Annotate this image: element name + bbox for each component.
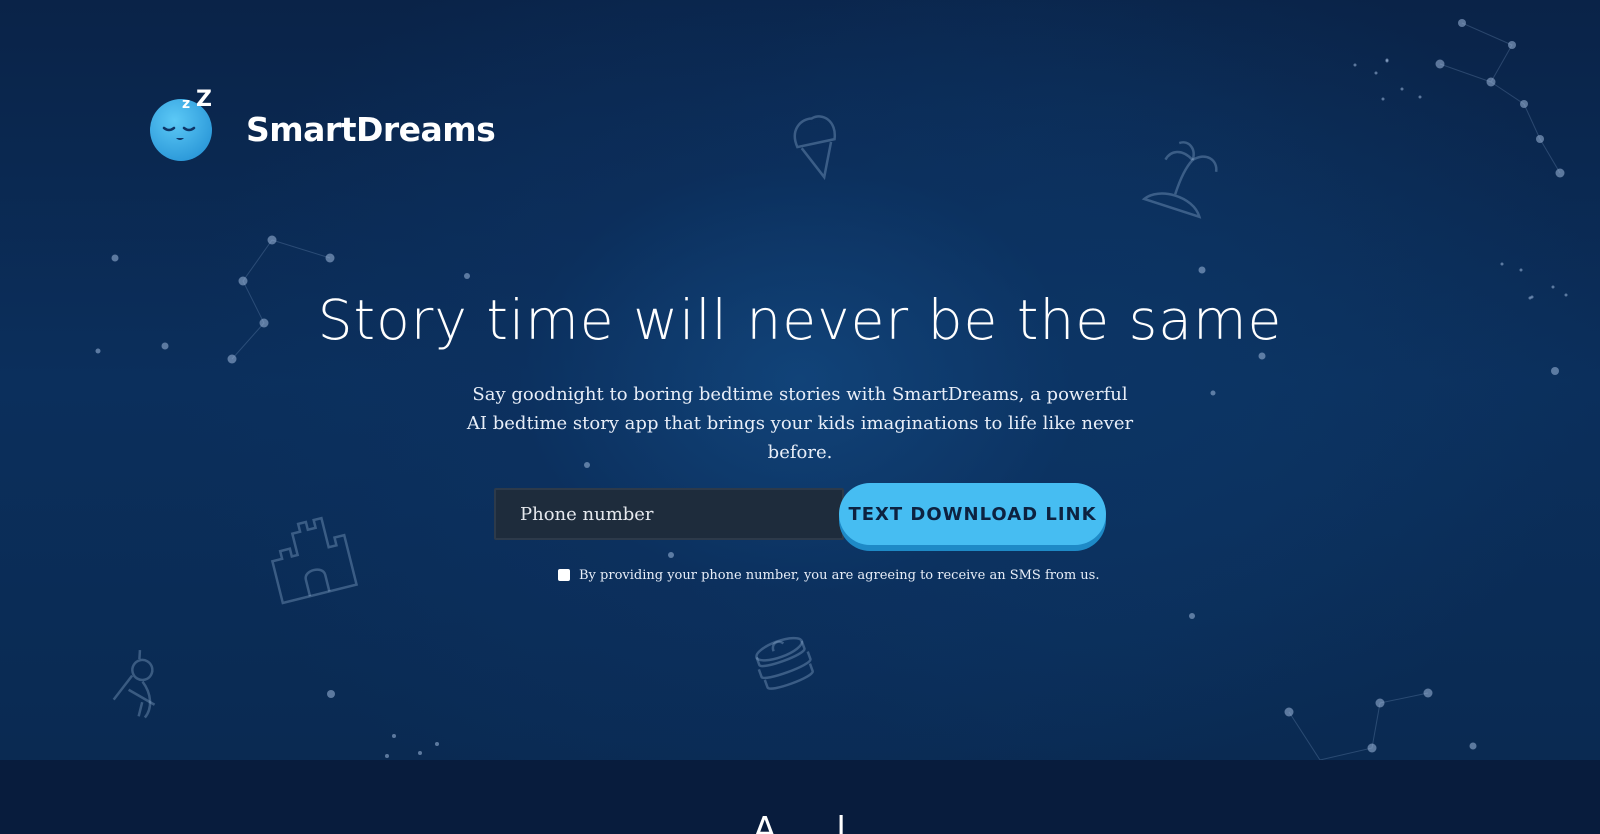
sleeping-moon-icon: z Z (150, 86, 222, 162)
palm-tree-island-icon (1141, 141, 1218, 219)
brand-name: SmartDreams (246, 109, 496, 149)
next-section: A ... l (0, 760, 1600, 834)
pancake-stack-icon (755, 636, 814, 690)
text-download-link-button[interactable]: TEXT DOWNLOAD LINK (839, 483, 1106, 545)
phone-number-input[interactable] (494, 488, 844, 540)
hero-headline: Story time will never be the same (317, 288, 1283, 352)
sms-consent: By providing your phone number, you are … (558, 565, 1099, 585)
castle-icon (270, 516, 359, 605)
svg-text:Z: Z (196, 87, 212, 112)
download-form: TEXT DOWNLOAD LINK (494, 483, 1112, 549)
brand-logo[interactable]: z Z SmartDreams (150, 86, 496, 162)
sms-consent-checkbox[interactable] (558, 569, 570, 581)
next-section-heading: A ... l (753, 810, 847, 834)
ice-cream-icon (793, 115, 836, 181)
sms-consent-text: By providing your phone number, you are … (579, 567, 1100, 583)
hero-section: z Z SmartDreams Story time will never be… (0, 0, 1600, 760)
teddy-dog-icon (112, 650, 156, 719)
svg-text:z: z (182, 96, 190, 112)
hero-subtitle: Say goodnight to boring bedtime stories … (466, 384, 1134, 463)
